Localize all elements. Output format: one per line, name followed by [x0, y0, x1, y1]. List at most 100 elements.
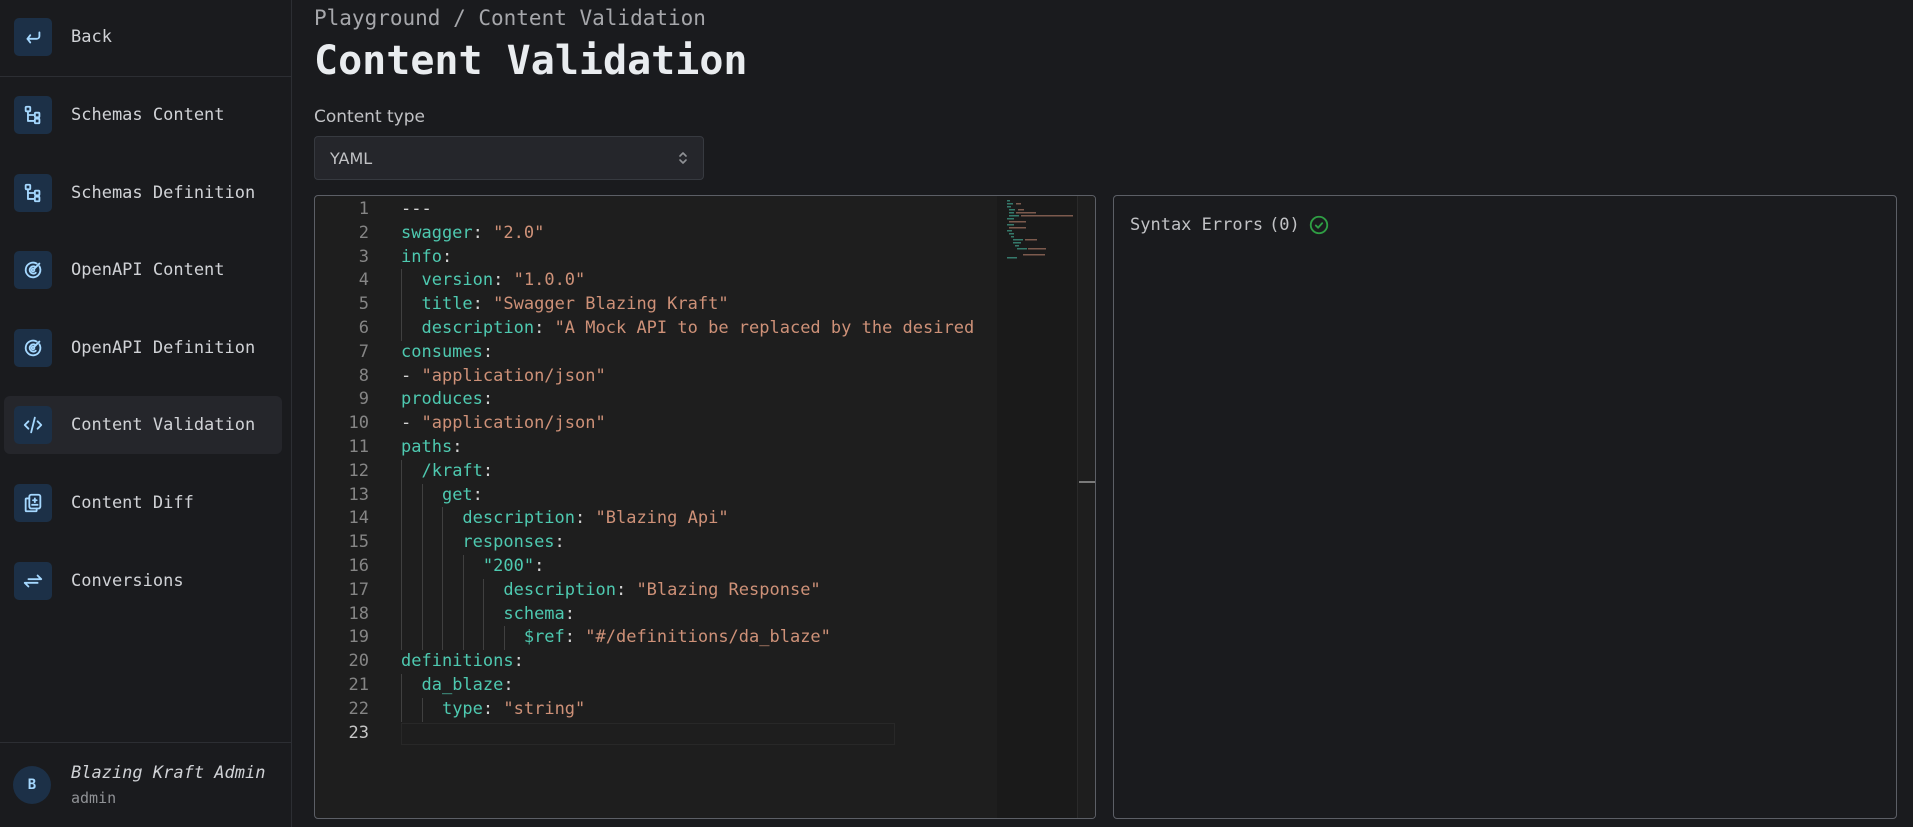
code-icon [14, 406, 52, 445]
editor-line: 5 title: "Swagger Blazing Kraft" [315, 293, 995, 317]
sidebar-item-schemas-definition[interactable]: Schemas Definition [4, 164, 282, 222]
sidebar-item-content-diff[interactable]: Content Diff [4, 474, 282, 532]
sidebar-item-label: Conversions [71, 570, 184, 591]
user-role: admin [71, 789, 117, 807]
schema-icon [14, 96, 52, 134]
editor-line: 18 schema: [315, 602, 995, 627]
line-code: description: "Blazing Api" [462, 508, 729, 529]
line-code: responses: [462, 532, 565, 553]
line-code: produces: [401, 389, 494, 410]
editor-minimap[interactable] [997, 196, 1077, 818]
breadcrumb: Playground / Content Validation [314, 6, 706, 30]
indent-guide [462, 602, 464, 627]
editor-line: 3 info: [315, 246, 995, 270]
editor-line: 1 --- [315, 198, 995, 222]
sidebar-item-openapi-content[interactable]: OpenAPI Content [4, 241, 282, 299]
syntax-errors-panel: Syntax Errors (0) [1113, 195, 1897, 819]
line-code: da_blaze: [421, 675, 514, 695]
indent-guide [462, 555, 464, 579]
editor-line: 2 swagger: "2.0" [315, 222, 995, 246]
sidebar-item-schemas-content[interactable]: Schemas Content [4, 86, 282, 144]
editor-line: 12 /kraft: [315, 459, 995, 484]
indent-guide [462, 626, 464, 651]
indent-guide [483, 578, 484, 603]
arrows-exchange-icon [14, 561, 52, 600]
editor-line: 15 responses: [315, 531, 995, 555]
indent-guide [401, 459, 402, 484]
line-number: 21 [348, 675, 369, 695]
api-icon [14, 328, 52, 367]
editor-line: 13 get: [315, 483, 995, 508]
indent-guide [483, 602, 484, 627]
current-line-highlight [401, 722, 895, 745]
syntax-errors-label: Syntax Errors [1130, 215, 1264, 235]
indent-guide [421, 531, 423, 555]
line-number: 3 [358, 246, 369, 267]
editor-line: 4 version: "1.0.0" [315, 269, 995, 294]
editor-line: 9 produces: [315, 388, 995, 412]
editor-line: 20 definitions: [315, 650, 995, 674]
line-number: 12 [348, 460, 369, 481]
sidebar-item-openapi-definition[interactable]: OpenAPI Definition [4, 319, 282, 377]
editor-line: 17 description: "Blazing Response" [315, 578, 995, 603]
arrow-back-icon [14, 18, 52, 56]
indent-guide [503, 626, 505, 651]
editor-line: 11 paths: [315, 436, 995, 460]
editor-line: 6 description: "A Mock API to be replace… [315, 317, 995, 341]
indent-guide [401, 578, 402, 603]
indent-guide [442, 507, 443, 532]
indent-guide [442, 602, 443, 627]
line-number: 7 [358, 341, 369, 362]
line-number: 14 [348, 508, 369, 529]
line-number: 20 [348, 651, 369, 672]
back-label: Back [71, 27, 112, 47]
indent-guide [442, 531, 443, 555]
line-code: consumes: [401, 341, 494, 362]
line-number: 4 [358, 270, 369, 291]
api-icon [14, 251, 52, 290]
line-code: description: "Blazing Response" [503, 579, 821, 600]
line-code: title: "Swagger Blazing Kraft" [421, 294, 729, 315]
editor-line: 23 [315, 722, 995, 746]
line-code: - "application/json" [401, 413, 606, 434]
code-editor[interactable]: 1 --- 2 swagger: "2.0" 3 info: 4 version: "1.0… [314, 195, 1096, 819]
indent-guide [401, 483, 402, 508]
indent-guide [401, 507, 402, 532]
indent-guide [442, 555, 443, 579]
indent-guide [421, 507, 423, 532]
indent-guide [401, 674, 402, 698]
selector-icon [679, 152, 687, 164]
editor-scrollbar[interactable] [1077, 196, 1095, 818]
line-code: description: "A Mock API to be replaced … [421, 318, 975, 338]
line-number: 13 [348, 484, 369, 505]
line-number: 8 [358, 365, 369, 386]
avatar: B [13, 766, 51, 804]
line-number: 11 [348, 437, 369, 457]
line-code: --- [401, 199, 432, 219]
sidebar-item-content-validation[interactable]: Content Validation [4, 396, 282, 455]
sidebar-divider [0, 76, 292, 77]
scrollbar-cursor-marker [1079, 481, 1095, 483]
line-code: $ref: "#/definitions/da_blaze" [523, 627, 831, 648]
content-type-select[interactable]: YAML [314, 136, 704, 180]
page-title: Content Validation [314, 38, 748, 84]
content-type-value: YAML [330, 148, 373, 168]
line-code: info: [401, 246, 453, 267]
user-name: Blazing Kraft Admin [71, 763, 266, 783]
line-code: paths: [401, 437, 463, 457]
content-type-label: Content type [314, 107, 425, 127]
indent-guide [421, 555, 423, 579]
diff-icon [14, 484, 52, 522]
editor-line: 21 da_blaze: [315, 674, 995, 698]
sidebar-item-conversions[interactable]: Conversions [4, 552, 282, 610]
line-number: 15 [348, 532, 369, 553]
sidebar-item-label: OpenAPI Content [71, 260, 225, 281]
editor-line: 7 consumes: [315, 341, 995, 365]
back-button[interactable]: Back [4, 8, 282, 66]
sidebar-item-label: Schemas Content [71, 105, 225, 125]
editor-line: 16 "200": [315, 555, 995, 579]
indent-guide [401, 269, 402, 294]
line-code: /kraft: [421, 460, 494, 481]
line-number: 17 [348, 579, 369, 600]
user-profile[interactable]: B Blazing Kraft Admin admin [0, 743, 292, 827]
